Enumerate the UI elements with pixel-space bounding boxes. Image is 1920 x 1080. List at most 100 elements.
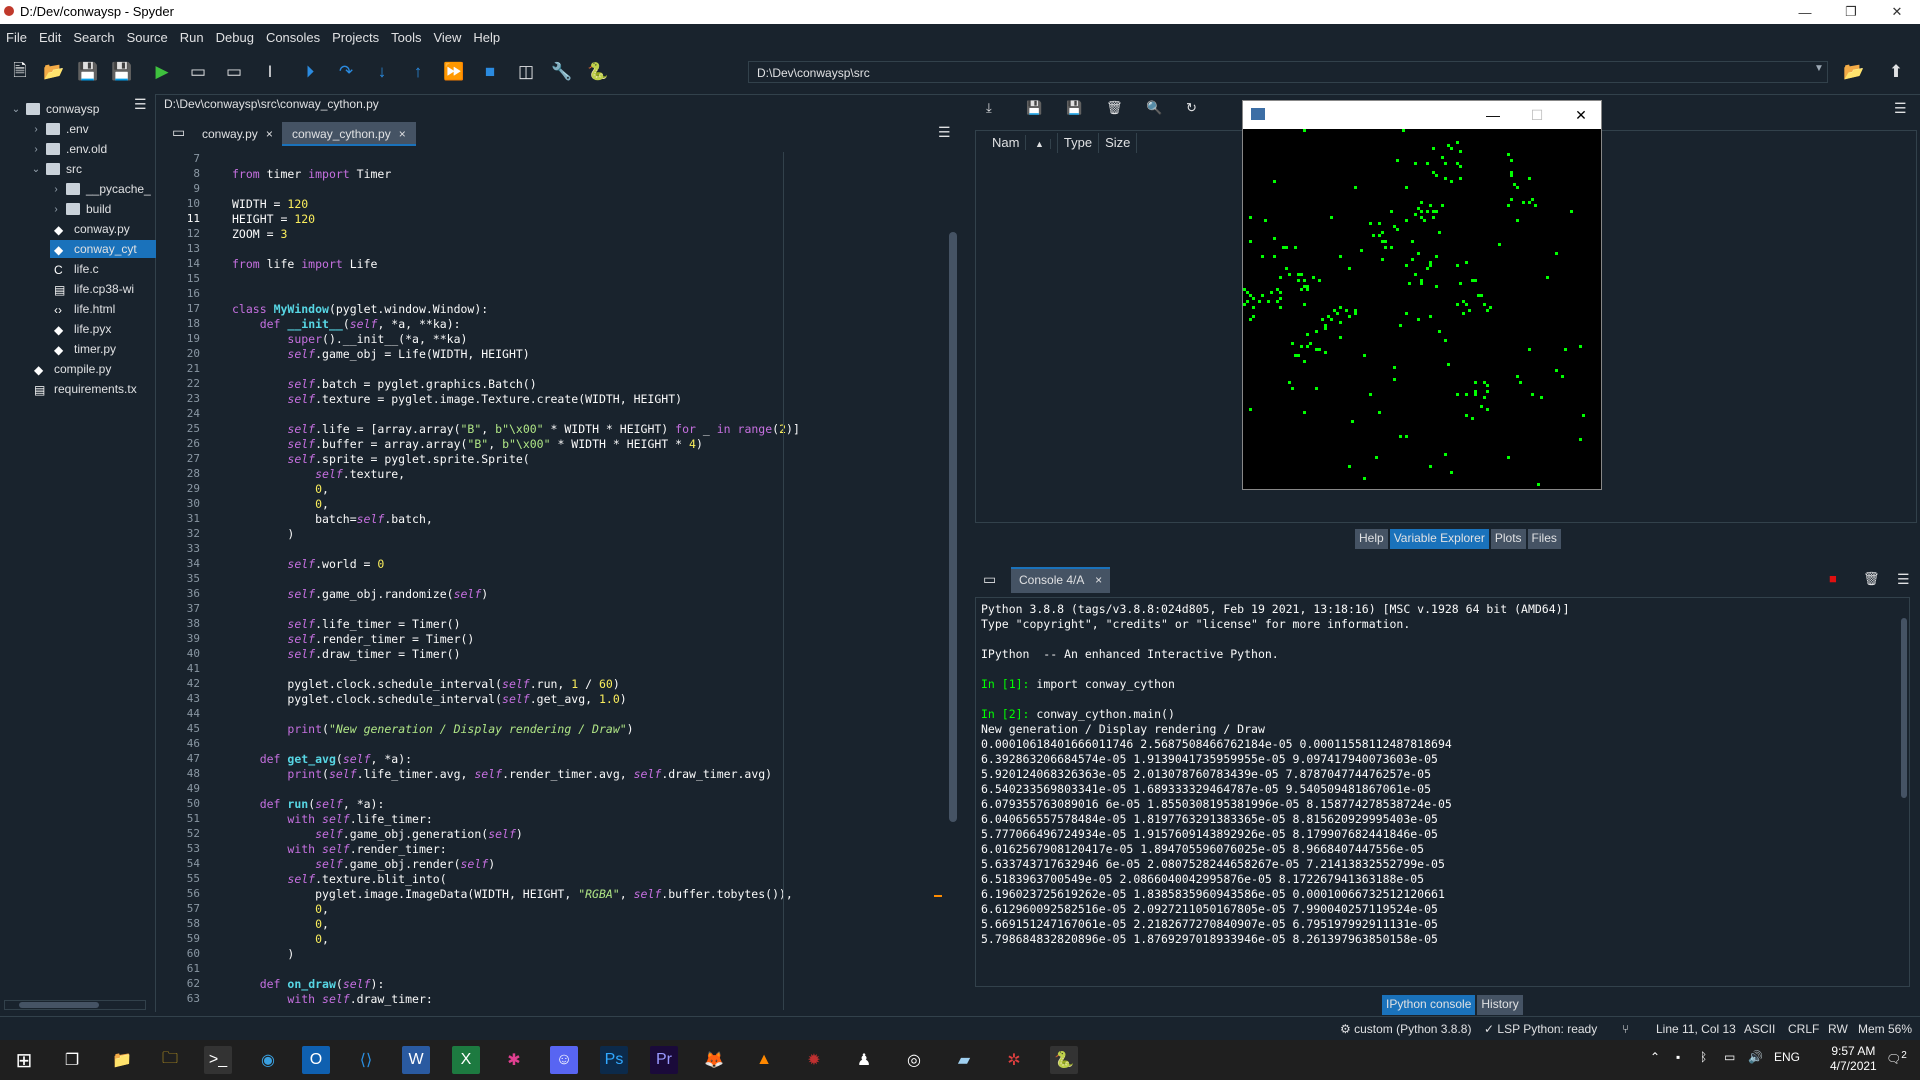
pyglet-maximize-button[interactable]: ☐ — [1519, 105, 1555, 125]
code-line[interactable]: 0, — [232, 497, 329, 511]
tree-item[interactable]: ⌄ conwaysp — [10, 100, 100, 118]
refresh-icon[interactable]: ↻ — [1186, 100, 1197, 116]
new-file-icon[interactable]: 🗎 — [8, 60, 32, 84]
obs-icon[interactable]: ◎ — [900, 1046, 928, 1074]
run-icon[interactable]: ▶ — [150, 60, 174, 84]
import-data-icon[interactable]: ⤓ — [986, 100, 992, 116]
tree-item[interactable]: ‹› life.html — [50, 300, 115, 318]
code-line[interactable]: from life import Life — [232, 257, 377, 271]
chevron-right-icon[interactable]: › — [30, 124, 42, 135]
tree-item[interactable]: Clife.c — [50, 260, 99, 278]
maximize-pane-icon[interactable]: ◫ — [514, 60, 538, 84]
code-line[interactable]: ) — [232, 527, 294, 541]
tray-app-icon[interactable]: ▪ — [1676, 1050, 1680, 1064]
working-directory-input[interactable]: D:\Dev\conwaysp\src — [748, 61, 1828, 83]
console-menu-icon[interactable]: ☰ — [1897, 571, 1910, 588]
tree-item[interactable]: ◆ conway_cyt — [50, 240, 156, 258]
code-line[interactable]: self.game_obj.render(self) — [232, 857, 495, 871]
code-line[interactable]: self.texture = pyglet.image.Texture.crea… — [232, 392, 682, 406]
code-line[interactable]: 0, — [232, 932, 329, 946]
run-selection-icon[interactable]: I — [258, 60, 282, 84]
tab-history[interactable]: History — [1477, 995, 1523, 1015]
excel-icon[interactable]: X — [452, 1046, 480, 1074]
browse-folder-icon[interactable]: 📂 — [1842, 60, 1866, 84]
tab-ipython-console[interactable]: IPython console — [1382, 995, 1476, 1015]
save-icon[interactable]: 💾 — [76, 60, 100, 84]
outlook-icon[interactable]: O — [302, 1046, 330, 1074]
code-line[interactable]: ) — [232, 947, 294, 961]
tab-help[interactable]: Help — [1355, 529, 1388, 549]
edge-browser-icon[interactable]: ◉ — [254, 1046, 282, 1074]
code-line[interactable]: self.game_obj = Life(WIDTH, HEIGHT) — [232, 347, 529, 361]
tray-volume-icon[interactable]: 🔊 — [1748, 1050, 1763, 1064]
tree-item[interactable]: › .env.old — [30, 140, 107, 158]
tab-variable-explorer[interactable]: Variable Explorer — [1389, 529, 1489, 549]
code-line[interactable]: WIDTH = 120 — [232, 197, 308, 211]
code-line[interactable]: self.life_timer = Timer() — [232, 617, 460, 631]
tab-close-icon[interactable]: × — [399, 127, 406, 141]
console-tab[interactable]: Console 4/A × — [1011, 567, 1111, 593]
code-line[interactable]: print(self.life_timer.avg, self.render_t… — [232, 767, 772, 781]
fox-app-icon[interactable]: 🦊 — [700, 1046, 728, 1074]
debug-icon[interactable]: ⏵ — [298, 60, 322, 84]
browse-tabs-icon[interactable]: ▭ — [172, 124, 185, 141]
notification-icon[interactable]: 🗨2 — [1886, 1050, 1907, 1066]
code-line[interactable]: with self.draw_timer: — [232, 992, 432, 1006]
slack-icon[interactable]: ✱ — [500, 1046, 528, 1074]
menu-source[interactable]: Source — [121, 30, 174, 45]
tree-item[interactable]: › __pycache_ — [50, 180, 150, 198]
col-size[interactable]: Size — [1099, 133, 1138, 153]
code-line[interactable]: self.life = [array.array("B", b"\x00" * … — [232, 422, 800, 436]
tree-item[interactable]: › build — [50, 200, 111, 218]
menu-edit[interactable]: Edit — [33, 30, 67, 45]
pyglet-minimize-button[interactable]: — — [1475, 105, 1511, 125]
code-line[interactable]: self.sprite = pyglet.sprite.Sprite( — [232, 452, 529, 466]
chevron-right-icon[interactable]: › — [50, 204, 62, 215]
menu-help[interactable]: Help — [467, 30, 506, 45]
tree-item[interactable]: ◆ life.pyx — [50, 320, 111, 338]
browse-consoles-icon[interactable]: ▭ — [983, 571, 996, 588]
editor-menu-icon[interactable]: ☰ — [938, 124, 951, 141]
word-icon[interactable]: W — [402, 1046, 430, 1074]
chevron-down-icon[interactable]: ⌄ — [10, 104, 22, 115]
code-line[interactable]: def run(self, *a): — [232, 797, 385, 811]
ipython-console[interactable]: Python 3.8.8 (tags/v3.8.8:024d805, Feb 1… — [975, 597, 1910, 987]
code-line[interactable]: ZOOM = 3 — [232, 227, 287, 241]
code-line[interactable]: pyglet.image.ImageData(WIDTH, HEIGHT, "R… — [232, 887, 793, 901]
editor-tab[interactable]: conway_cython.py × — [282, 122, 416, 146]
console-tab-close[interactable]: × — [1095, 573, 1102, 587]
menu-search[interactable]: Search — [67, 30, 120, 45]
chevron-down-icon[interactable]: ▼ — [1814, 63, 1824, 74]
tree-item[interactable]: › .env — [30, 120, 88, 138]
code-line[interactable]: self.world = 0 — [232, 557, 384, 571]
premiere-icon[interactable]: Pr — [650, 1046, 678, 1074]
step-return-icon[interactable]: ↑ — [406, 60, 430, 84]
close-button[interactable]: ✕ — [1874, 0, 1920, 24]
save-data-as-icon[interactable]: 💾 — [1066, 100, 1082, 116]
continue-icon[interactable]: ⏩ — [442, 60, 466, 84]
chevron-right-icon[interactable]: › — [50, 184, 62, 195]
menu-projects[interactable]: Projects — [326, 30, 385, 45]
tray-network-icon[interactable]: ▭ — [1724, 1050, 1735, 1064]
pane-menu-icon[interactable]: ☰ — [1894, 100, 1907, 117]
folder-icon[interactable]: 🗀 — [156, 1046, 184, 1074]
spyder-taskbar-icon[interactable]: 🐍 — [1050, 1046, 1078, 1074]
editor-vscrollbar[interactable] — [948, 152, 958, 1010]
stop-debug-icon[interactable]: ■ — [478, 60, 502, 84]
code-line[interactable]: print("New generation / Display renderin… — [232, 722, 633, 736]
tree-item[interactable]: ▤ life.cp38-wi — [50, 280, 134, 298]
settings-gear-app-icon[interactable]: ✲ — [1000, 1046, 1028, 1074]
file-explorer-icon[interactable]: 📁 — [108, 1046, 136, 1074]
tab-plots[interactable]: Plots — [1490, 529, 1526, 549]
explorer-hscrollbar[interactable] — [4, 1000, 146, 1010]
tree-item[interactable]: ◆ conway.py — [50, 220, 130, 238]
pyglet-window[interactable]: — ☐ ✕ — [1242, 100, 1602, 490]
chevron-right-icon[interactable]: › — [30, 144, 42, 155]
terminal-icon[interactable]: >_ — [204, 1046, 232, 1074]
code-line[interactable]: with self.render_timer: — [232, 842, 446, 856]
run-cell-advance-icon[interactable]: ▭ — [222, 60, 246, 84]
code-line[interactable]: HEIGHT = 120 — [232, 212, 315, 226]
tree-item[interactable]: ⌄ src — [30, 160, 82, 178]
menu-tools[interactable]: Tools — [385, 30, 427, 45]
code-line[interactable]: pyglet.clock.schedule_interval(self.get_… — [232, 692, 626, 706]
